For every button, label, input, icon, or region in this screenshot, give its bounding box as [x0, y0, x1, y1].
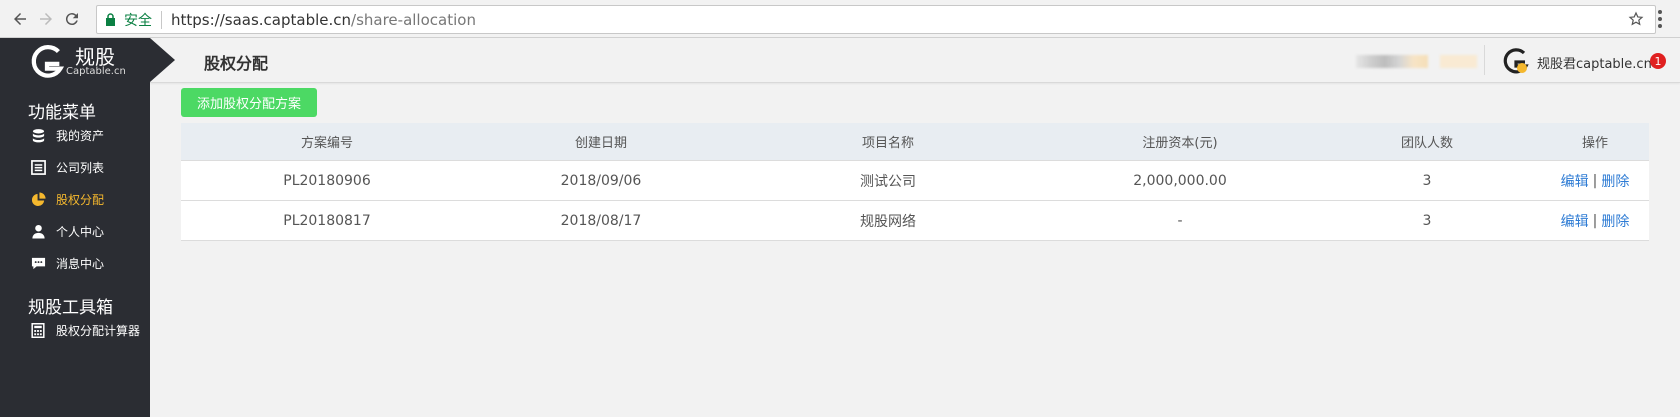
back-icon[interactable]	[8, 7, 32, 31]
message-icon	[30, 256, 46, 272]
edit-link[interactable]: 编辑	[1561, 211, 1589, 231]
reload-icon[interactable]	[60, 7, 84, 31]
registered-capital: 2,000,000.00	[1133, 172, 1227, 189]
row-actions: 编辑 | 删除	[1541, 161, 1649, 200]
lock-icon	[106, 13, 115, 26]
bookmark-star-icon[interactable]	[1628, 11, 1644, 27]
secure-label: 安全	[124, 12, 152, 29]
column-header: 创建日期	[574, 136, 627, 151]
url-host: https://saas.captable.cn	[171, 10, 352, 29]
plan-id: PL20180817	[283, 212, 371, 229]
delete-link[interactable]: 删除	[1601, 171, 1629, 191]
url-path: /share-allocation	[351, 10, 476, 29]
sidebar-item-label: 消息中心	[56, 257, 105, 271]
browser-toolbar: 安全 https://saas.captable.cn/share-alloca…	[0, 0, 1680, 38]
logo-en-text: Captable.cn	[66, 66, 126, 77]
sidebar-item-label: 个人中心	[56, 225, 105, 239]
sidebar-item-profile[interactable]: 个人中心	[30, 223, 104, 240]
sidebar-item-label: 股权分配	[56, 193, 105, 207]
sidebar-item-companies[interactable]: 公司列表	[30, 159, 104, 176]
sidebar-item-assets[interactable]: 我的资产	[30, 127, 104, 144]
project-name: 测试公司	[860, 173, 916, 190]
secure-indicator[interactable]: 安全	[105, 10, 152, 30]
logo-g-icon	[31, 44, 65, 78]
row-actions: 编辑 | 删除	[1541, 201, 1649, 240]
menu-group-title: 功能菜单	[28, 103, 96, 123]
sidebar-item-label: 我的资产	[56, 129, 105, 143]
table-row: PL20180817 2018/08/17 规股网络 - 3 编辑 | 删除	[181, 201, 1649, 241]
edit-link[interactable]: 编辑	[1561, 171, 1589, 191]
avatar[interactable]	[1502, 47, 1530, 75]
blurred-info	[1356, 55, 1428, 68]
allocation-table: 方案编号 创建日期 项目名称 注册资本(元) 团队人数 操作 PL2018090…	[181, 123, 1649, 241]
column-header: 操作	[1581, 136, 1608, 151]
sidebar-item-label: 公司列表	[56, 161, 105, 175]
table-header: 方案编号 创建日期 项目名称 注册资本(元) 团队人数 操作	[181, 123, 1649, 161]
url-text[interactable]: https://saas.captable.cn/share-allocatio…	[171, 11, 476, 29]
sidebar-item-share-allocation[interactable]: 股权分配	[30, 191, 104, 208]
pie-chart-icon	[30, 192, 46, 208]
user-icon	[30, 224, 46, 240]
sidebar-item-messages[interactable]: 消息中心	[30, 255, 104, 272]
column-header: 项目名称	[861, 136, 914, 151]
column-header: 注册资本(元)	[1142, 136, 1218, 151]
column-header: 团队人数	[1400, 136, 1453, 151]
user-name[interactable]: 规股君captable.cn	[1537, 53, 1652, 72]
database-icon	[30, 128, 46, 144]
created-date: 2018/09/06	[560, 172, 642, 189]
registered-capital: -	[1177, 212, 1183, 229]
column-header: 方案编号	[300, 136, 353, 151]
created-date: 2018/08/17	[560, 212, 642, 229]
header-divider	[1484, 45, 1485, 75]
notification-badge[interactable]: 1	[1650, 53, 1666, 69]
add-allocation-button[interactable]: 添加股权分配方案	[181, 88, 317, 117]
action-separator: |	[1592, 212, 1598, 229]
plan-id: PL20180906	[283, 172, 371, 189]
page-title: 股权分配	[204, 54, 269, 73]
browser-menu-icon[interactable]	[1650, 7, 1670, 31]
logo[interactable]: 规股 Captable.cn	[0, 38, 175, 83]
sidebar-item-calculator[interactable]: 股权分配计算器	[30, 322, 140, 339]
list-icon	[30, 160, 46, 176]
sidebar-item-label: 股权分配计算器	[56, 324, 141, 338]
calculator-icon	[30, 323, 46, 339]
toolbox-group-title: 规股工具箱	[28, 298, 113, 318]
action-separator: |	[1592, 172, 1598, 189]
forward-icon[interactable]	[34, 7, 58, 31]
blurred-info-2	[1440, 55, 1477, 68]
project-name: 规股网络	[860, 213, 916, 230]
team-size: 3	[1422, 212, 1432, 229]
table-row: PL20180906 2018/09/06 测试公司 2,000,000.00 …	[181, 161, 1649, 201]
address-divider	[161, 10, 162, 29]
team-size: 3	[1422, 172, 1432, 189]
delete-link[interactable]: 删除	[1601, 211, 1629, 231]
address-bar[interactable]: 安全 https://saas.captable.cn/share-alloca…	[96, 5, 1656, 34]
